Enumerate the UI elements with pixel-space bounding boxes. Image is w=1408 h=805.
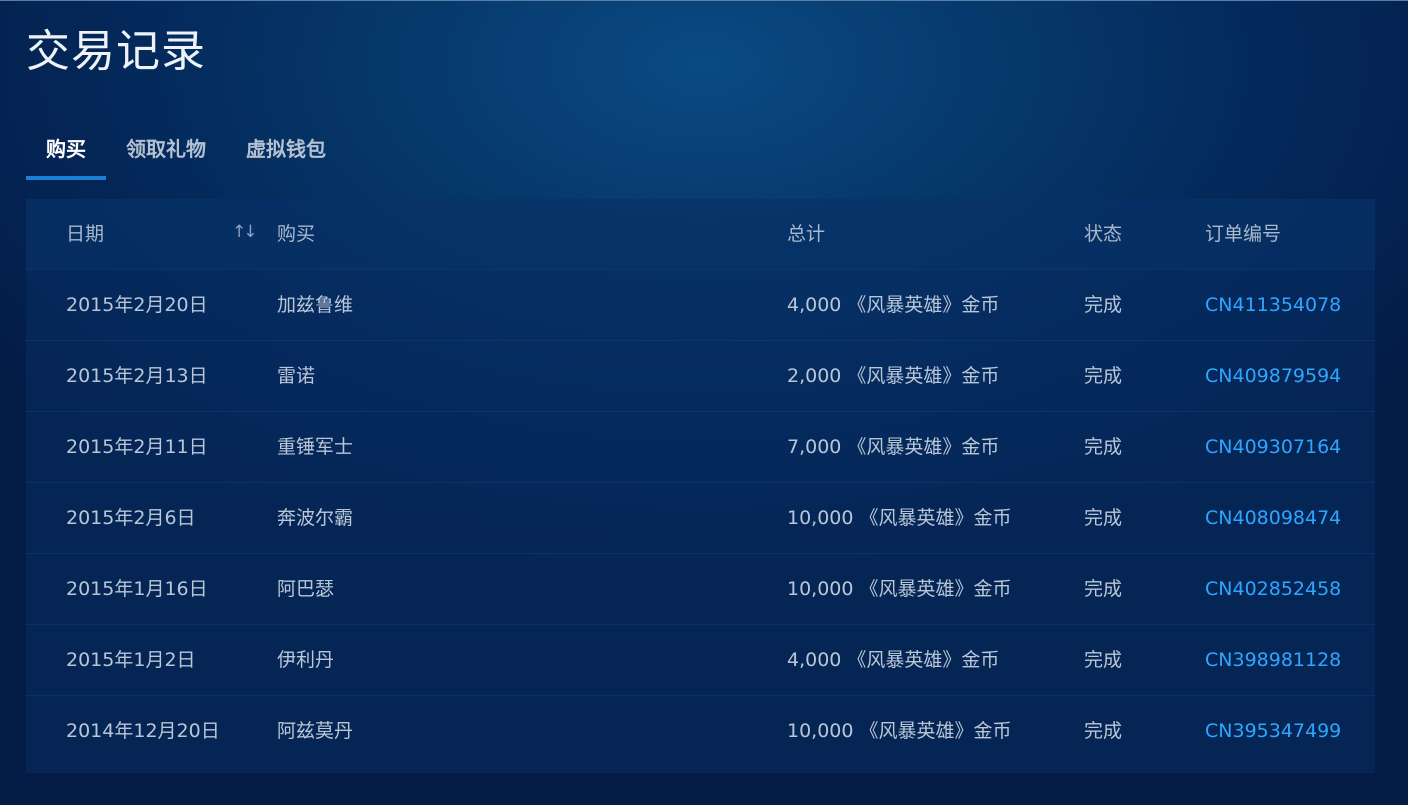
tab-virtual-wallet[interactable]: 虚拟钱包 bbox=[226, 128, 346, 178]
row-total: 4,000 《风暴英雄》金币 bbox=[787, 294, 1000, 316]
order-number-link[interactable]: CN395347499 bbox=[1205, 696, 1341, 767]
row-status: 完成 bbox=[1084, 294, 1123, 316]
column-header-status: 状态 bbox=[1084, 223, 1123, 245]
column-header-order: 订单编号 bbox=[1205, 223, 1282, 245]
page-title: 交易记录 bbox=[26, 26, 206, 77]
row-total: 2,000 《风暴英雄》金币 bbox=[787, 365, 1000, 387]
order-number-link[interactable]: CN402852458 bbox=[1205, 554, 1341, 625]
row-date: 2015年2月13日 bbox=[66, 365, 208, 387]
row-item: 重锤军士 bbox=[277, 436, 354, 458]
table-header-row: 日期 ↑↓ 购买 总计 状态 订单编号 bbox=[26, 199, 1375, 269]
row-total: 10,000 《风暴英雄》金币 bbox=[787, 507, 1012, 529]
column-header-total: 总计 bbox=[787, 223, 826, 245]
table-row: 2014年12月20日 阿兹莫丹 10,000 《风暴英雄》金币 完成 CN39… bbox=[26, 695, 1375, 767]
tab-bar: 购买 领取礼物 虚拟钱包 bbox=[26, 128, 346, 180]
tab-claim-gifts[interactable]: 领取礼物 bbox=[106, 128, 226, 178]
table-row: 2015年2月20日 加兹鲁维 4,000 《风暴英雄》金币 完成 CN4113… bbox=[26, 269, 1375, 341]
row-item: 雷诺 bbox=[277, 365, 316, 387]
top-border bbox=[0, 0, 1408, 1]
order-number-link[interactable]: CN409879594 bbox=[1205, 341, 1341, 412]
row-date: 2015年2月11日 bbox=[66, 436, 208, 458]
table-row: 2015年1月2日 伊利丹 4,000 《风暴英雄》金币 完成 CN398981… bbox=[26, 624, 1375, 696]
row-item: 阿巴瑟 bbox=[277, 578, 335, 600]
sort-arrows-icon[interactable]: ↑↓ bbox=[232, 199, 257, 269]
table-row: 2015年2月13日 雷诺 2,000 《风暴英雄》金币 完成 CN409879… bbox=[26, 340, 1375, 412]
row-item: 奔波尔霸 bbox=[277, 507, 354, 529]
row-date: 2014年12月20日 bbox=[66, 720, 220, 742]
row-date: 2015年1月16日 bbox=[66, 578, 208, 600]
tab-purchase[interactable]: 购买 bbox=[26, 128, 106, 180]
order-number-link[interactable]: CN398981128 bbox=[1205, 625, 1341, 696]
row-total: 10,000 《风暴英雄》金币 bbox=[787, 720, 1012, 742]
order-number-link[interactable]: CN408098474 bbox=[1205, 483, 1341, 554]
row-item: 阿兹莫丹 bbox=[277, 720, 354, 742]
row-date: 2015年2月20日 bbox=[66, 294, 208, 316]
row-status: 完成 bbox=[1084, 436, 1123, 458]
row-item: 伊利丹 bbox=[277, 649, 335, 671]
row-status: 完成 bbox=[1084, 649, 1123, 671]
column-header-item: 购买 bbox=[277, 223, 316, 245]
table-row: 2015年1月16日 阿巴瑟 10,000 《风暴英雄》金币 完成 CN4028… bbox=[26, 553, 1375, 625]
row-date: 2015年1月2日 bbox=[66, 649, 196, 671]
column-header-date[interactable]: 日期 bbox=[66, 199, 104, 270]
order-number-link[interactable]: CN411354078 bbox=[1205, 270, 1341, 341]
row-status: 完成 bbox=[1084, 720, 1123, 742]
table-row: 2015年2月6日 奔波尔霸 10,000 《风暴英雄》金币 完成 CN4080… bbox=[26, 482, 1375, 554]
transactions-table: 日期 ↑↓ 购买 总计 状态 订单编号 2015年2月20日 加兹鲁维 4,00… bbox=[26, 199, 1375, 773]
row-status: 完成 bbox=[1084, 578, 1123, 600]
row-total: 7,000 《风暴英雄》金币 bbox=[787, 436, 1000, 458]
row-total: 10,000 《风暴英雄》金币 bbox=[787, 578, 1012, 600]
row-total: 4,000 《风暴英雄》金币 bbox=[787, 649, 1000, 671]
table-row: 2015年2月11日 重锤军士 7,000 《风暴英雄》金币 完成 CN4093… bbox=[26, 411, 1375, 483]
order-number-link[interactable]: CN409307164 bbox=[1205, 412, 1341, 483]
row-item: 加兹鲁维 bbox=[277, 294, 354, 316]
row-status: 完成 bbox=[1084, 507, 1123, 529]
row-date: 2015年2月6日 bbox=[66, 507, 196, 529]
row-status: 完成 bbox=[1084, 365, 1123, 387]
